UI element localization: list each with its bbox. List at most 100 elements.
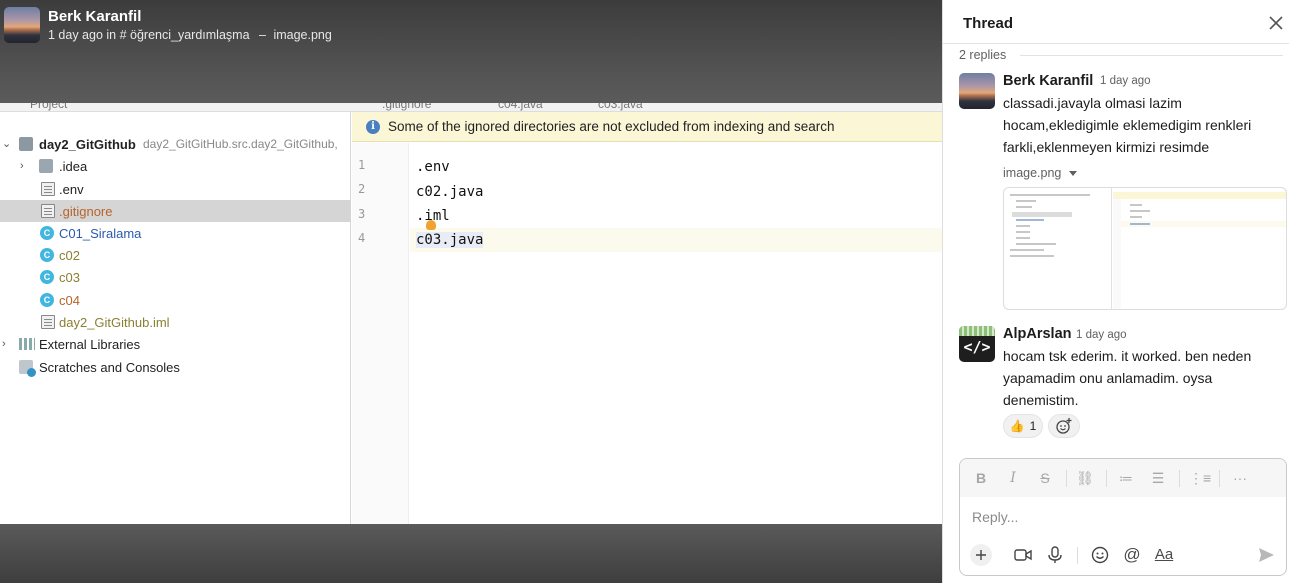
message-author[interactable]: AlpArslan — [1003, 326, 1072, 342]
thumbnail-line — [1130, 216, 1142, 218]
code-line: .iml — [416, 208, 450, 224]
thumbnail-line — [1016, 237, 1030, 239]
italic-button[interactable]: I — [1004, 469, 1022, 487]
caret-down-icon[interactable] — [1069, 171, 1077, 176]
bulleted-list-button[interactable]: ☰ — [1149, 469, 1167, 487]
iml-file-icon — [41, 315, 55, 329]
line-number: 2 — [358, 182, 366, 196]
tree-item-label: c03 — [59, 269, 80, 285]
chevron-right-icon: › — [20, 160, 24, 172]
message-timestamp[interactable]: 1 day ago — [1100, 75, 1151, 87]
bold-button[interactable]: B — [972, 469, 990, 487]
tree-item-label: .gitignore — [59, 203, 113, 219]
text-format-button[interactable]: Aa — [1153, 544, 1175, 566]
more-formatting-button[interactable]: ··· — [1231, 469, 1249, 487]
image-viewer: Berk Karanfil 1 day ago in # öğrenci_yar… — [0, 0, 942, 583]
tree-item-label: Scratches and Consoles — [39, 359, 180, 375]
tree-item-iml: day2_GitGithub.iml — [0, 311, 351, 333]
line-number-gutter: 1 2 3 4 — [352, 143, 409, 524]
project-tree: ⌄ day2_GitGithub day2_GitGitHub.src.day2… — [0, 112, 351, 524]
chevron-down-icon: ⌄ — [2, 138, 12, 150]
reaction-count: 1 — [1029, 419, 1037, 433]
ide-tab-bar: Project .gitignore c04.java c03.java — [0, 103, 942, 112]
author-avatar[interactable] — [4, 7, 40, 43]
thumbnail-line — [1130, 204, 1142, 206]
viewer-footer — [0, 524, 942, 583]
code-line: c02.java — [416, 184, 484, 200]
mention-icon[interactable]: @ — [1121, 544, 1143, 566]
viewer-meta: 1 day ago in # öğrenci_yardımlaşma – ima… — [48, 28, 332, 42]
microphone-glyph — [1048, 546, 1062, 563]
thumbnail-tree — [1004, 188, 1112, 309]
thumbnail-line — [1016, 219, 1044, 221]
thumbnail-line — [1130, 210, 1150, 212]
code-editor: i Some of the ignored directories are no… — [352, 112, 942, 524]
message-author[interactable]: Berk Karanfil — [1003, 73, 1093, 89]
thumbnail-line — [1016, 200, 1036, 202]
code-line-text: c03.java — [416, 232, 484, 248]
thumbnail-banner — [1113, 192, 1286, 199]
thumbnail-gutter — [1113, 199, 1121, 309]
divider — [1179, 470, 1180, 487]
tree-item-external-libraries: › External Libraries — [0, 333, 351, 355]
add-reaction-button[interactable] — [1048, 414, 1080, 438]
editor-tab: c03.java — [598, 103, 643, 111]
tree-item-label: c04 — [59, 292, 80, 308]
tree-item-label: day2_GitGithub — [39, 136, 136, 152]
blockquote-button[interactable]: ⋮≡ — [1189, 469, 1211, 487]
editor-tab: .gitignore — [382, 103, 432, 111]
attachment-name[interactable]: image.png — [1003, 166, 1061, 180]
link-button[interactable]: ⛓ — [1076, 469, 1094, 487]
tree-item-label: day2_GitGithub.iml — [59, 314, 170, 330]
attachment-thumbnail[interactable] — [1003, 187, 1287, 310]
ordered-list-button[interactable]: ≔ — [1117, 469, 1135, 487]
viewer-author-name[interactable]: Berk Karanfil — [48, 8, 141, 25]
thumbnail-line — [1016, 206, 1032, 208]
tree-item-env: .env — [0, 178, 351, 200]
message-timestamp[interactable]: 1 day ago — [1076, 329, 1127, 341]
tree-item-path: day2_GitGitHub.src.day2_GitGithub, — [143, 137, 338, 151]
formatting-toolbar: B I S ⛓ ≔ ☰ ⋮≡ ··· — [960, 459, 1286, 497]
tree-item-label: c02 — [59, 247, 80, 263]
send-icon[interactable] — [1255, 544, 1277, 566]
reaction-thumbsup[interactable]: 👍 1 — [1003, 414, 1043, 438]
tree-item-label: C01_Siralama — [59, 225, 142, 241]
thumbnail-line — [1010, 255, 1054, 257]
avatar-pattern — [959, 326, 995, 336]
tree-item-idea: › .idea — [0, 155, 351, 177]
replies-count: 2 replies — [959, 48, 1007, 62]
tree-item-label: External Libraries — [39, 336, 141, 352]
thumbnail-line — [1010, 194, 1090, 196]
code-line: .env — [416, 159, 450, 175]
thumbnail-line — [1130, 223, 1150, 225]
tree-item-c01: C C01_Siralama — [0, 222, 351, 244]
line-number: 3 — [358, 207, 366, 221]
folder-icon — [39, 159, 53, 173]
divider — [1020, 54, 1283, 56]
tree-item-module: ⌄ day2_GitGithub day2_GitGitHub.src.day2… — [0, 133, 351, 155]
divider — [1219, 470, 1220, 487]
thread-title: Thread — [963, 15, 1014, 32]
emoji-icon[interactable] — [1089, 544, 1111, 566]
tree-item-scratches: Scratches and Consoles — [0, 356, 351, 378]
module-folder-icon — [19, 137, 33, 151]
thumbnail-line — [1016, 225, 1030, 227]
strikethrough-button[interactable]: S — [1036, 469, 1054, 487]
lightbulb-icon — [426, 220, 436, 230]
reply-composer: B I S ⛓ ≔ ☰ ⋮≡ ··· @ Aa — [959, 458, 1287, 576]
divider — [1106, 470, 1107, 487]
close-icon[interactable] — [1267, 14, 1285, 32]
thumbnail-line — [1016, 231, 1030, 233]
reply-input[interactable] — [972, 507, 1272, 527]
message-text: hocam tsk ederim. it worked. ben neden y… — [1003, 348, 1252, 408]
microphone-icon[interactable] — [1044, 544, 1066, 566]
avatar[interactable] — [959, 73, 995, 109]
line-number: 4 — [358, 231, 366, 245]
chevron-right-icon: › — [2, 338, 6, 350]
video-icon[interactable] — [1012, 544, 1034, 566]
tree-item-c02: C c02 — [0, 244, 351, 266]
message-text: classadi.javayla olmasi lazim hocam,ekle… — [1003, 95, 1252, 155]
viewer-channel[interactable]: öğrenci_yardımlaşma — [130, 28, 250, 42]
plus-icon[interactable] — [970, 544, 992, 566]
avatar[interactable]: </> — [959, 326, 995, 362]
